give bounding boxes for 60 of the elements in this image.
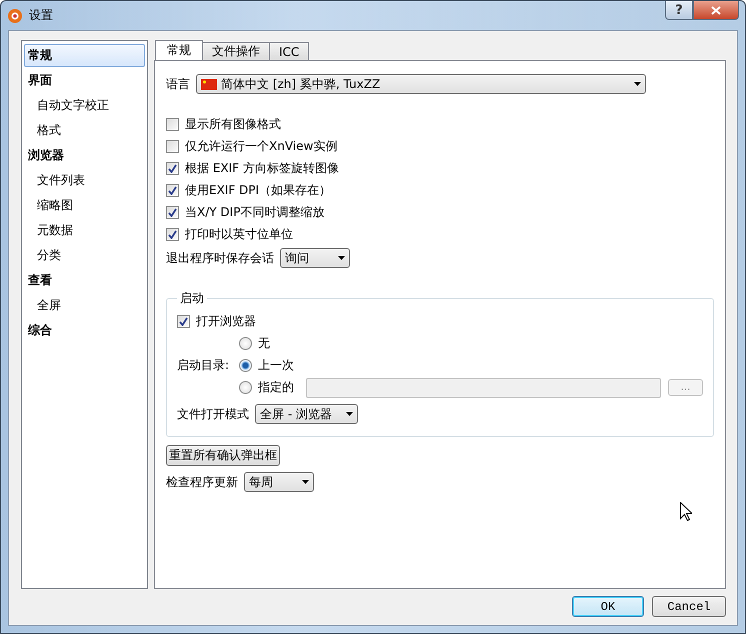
save-session-label: 退出程序时保存会话 bbox=[166, 250, 274, 266]
startup-folder-label: 启动目录: bbox=[177, 358, 230, 372]
close-button[interactable] bbox=[693, 1, 739, 20]
flag-icon bbox=[201, 78, 217, 90]
sidebar-item[interactable]: 浏览器 bbox=[24, 144, 145, 167]
dropdown-caret-icon bbox=[634, 82, 641, 86]
checkbox[interactable] bbox=[166, 118, 179, 131]
radio-label: 上一次 bbox=[258, 357, 294, 374]
sidebar-item[interactable]: 界面 bbox=[24, 69, 145, 92]
mouse-pointer-icon bbox=[680, 502, 692, 521]
option-label: 使用EXIF DPI（如果存在） bbox=[185, 182, 332, 199]
option-label: 显示所有图像格式 bbox=[185, 116, 281, 133]
tab[interactable]: 文件操作 bbox=[202, 42, 270, 60]
checkbox[interactable] bbox=[166, 228, 179, 241]
radio-button[interactable] bbox=[239, 359, 252, 372]
radio-label: 无 bbox=[258, 335, 270, 352]
open-mode-label: 文件打开模式 bbox=[177, 406, 249, 422]
language-dropdown[interactable]: 简体中文 [zh] 奚中骅, TuxZZ bbox=[196, 74, 646, 94]
dropdown-caret-icon bbox=[346, 412, 353, 416]
option-label: 仅允许运行一个XnView实例 bbox=[185, 138, 338, 155]
dialog-button[interactable]: Cancel bbox=[652, 596, 726, 617]
tab[interactable]: 常规 bbox=[155, 40, 203, 60]
language-label: 语言 bbox=[166, 76, 190, 92]
sidebar-item[interactable]: 自动文字校正 bbox=[24, 94, 145, 117]
sidebar-item[interactable]: 综合 bbox=[24, 319, 145, 342]
dialog-button[interactable]: OK bbox=[572, 596, 644, 617]
checkbox[interactable] bbox=[166, 184, 179, 197]
sidebar-item[interactable]: 全屏 bbox=[24, 294, 145, 317]
app-logo-icon bbox=[7, 8, 23, 24]
sidebar-item[interactable]: 格式 bbox=[24, 119, 145, 142]
update-frequency-dropdown[interactable]: 每周 bbox=[244, 472, 314, 492]
update-check-label: 检查程序更新 bbox=[166, 474, 238, 490]
save-session-dropdown[interactable]: 询问 bbox=[280, 248, 350, 268]
checkbox[interactable] bbox=[166, 206, 179, 219]
sidebar-item[interactable]: 查看 bbox=[24, 269, 145, 292]
dropdown-caret-icon bbox=[338, 256, 345, 260]
checkbox[interactable] bbox=[166, 162, 179, 175]
sidebar-item[interactable]: 分类 bbox=[24, 244, 145, 267]
option-label: 打开浏览器 bbox=[196, 313, 256, 330]
radio-button[interactable] bbox=[239, 337, 252, 350]
option-label: 当X/Y DIP不同时调整缩放 bbox=[185, 204, 324, 221]
close-icon bbox=[711, 6, 721, 14]
reset-confirmations-button[interactable]: 重置所有确认弹出框 bbox=[166, 445, 280, 466]
sidebar-item[interactable]: 文件列表 bbox=[24, 169, 145, 192]
checkbox[interactable] bbox=[166, 140, 179, 153]
sidebar-item[interactable]: 缩略图 bbox=[24, 194, 145, 217]
open-mode-dropdown[interactable]: 全屏 - 浏览器 bbox=[255, 404, 358, 424]
window-title: 设置 bbox=[29, 7, 53, 24]
tab[interactable]: ICC bbox=[269, 42, 310, 60]
sidebar-item[interactable]: 元数据 bbox=[24, 219, 145, 242]
option-label: 打印时以英寸位单位 bbox=[185, 226, 293, 243]
group-title: 启动 bbox=[179, 290, 205, 307]
folder-path-field[interactable] bbox=[306, 378, 661, 398]
radio-label: 指定的 bbox=[258, 379, 294, 396]
help-button[interactable]: ? bbox=[665, 1, 693, 20]
dropdown-caret-icon bbox=[302, 480, 309, 484]
sidebar-item[interactable]: 常规 bbox=[24, 44, 145, 67]
checkbox[interactable] bbox=[177, 315, 190, 328]
option-label: 根据 EXIF 方向标签旋转图像 bbox=[185, 160, 339, 177]
radio-button[interactable] bbox=[239, 381, 252, 394]
